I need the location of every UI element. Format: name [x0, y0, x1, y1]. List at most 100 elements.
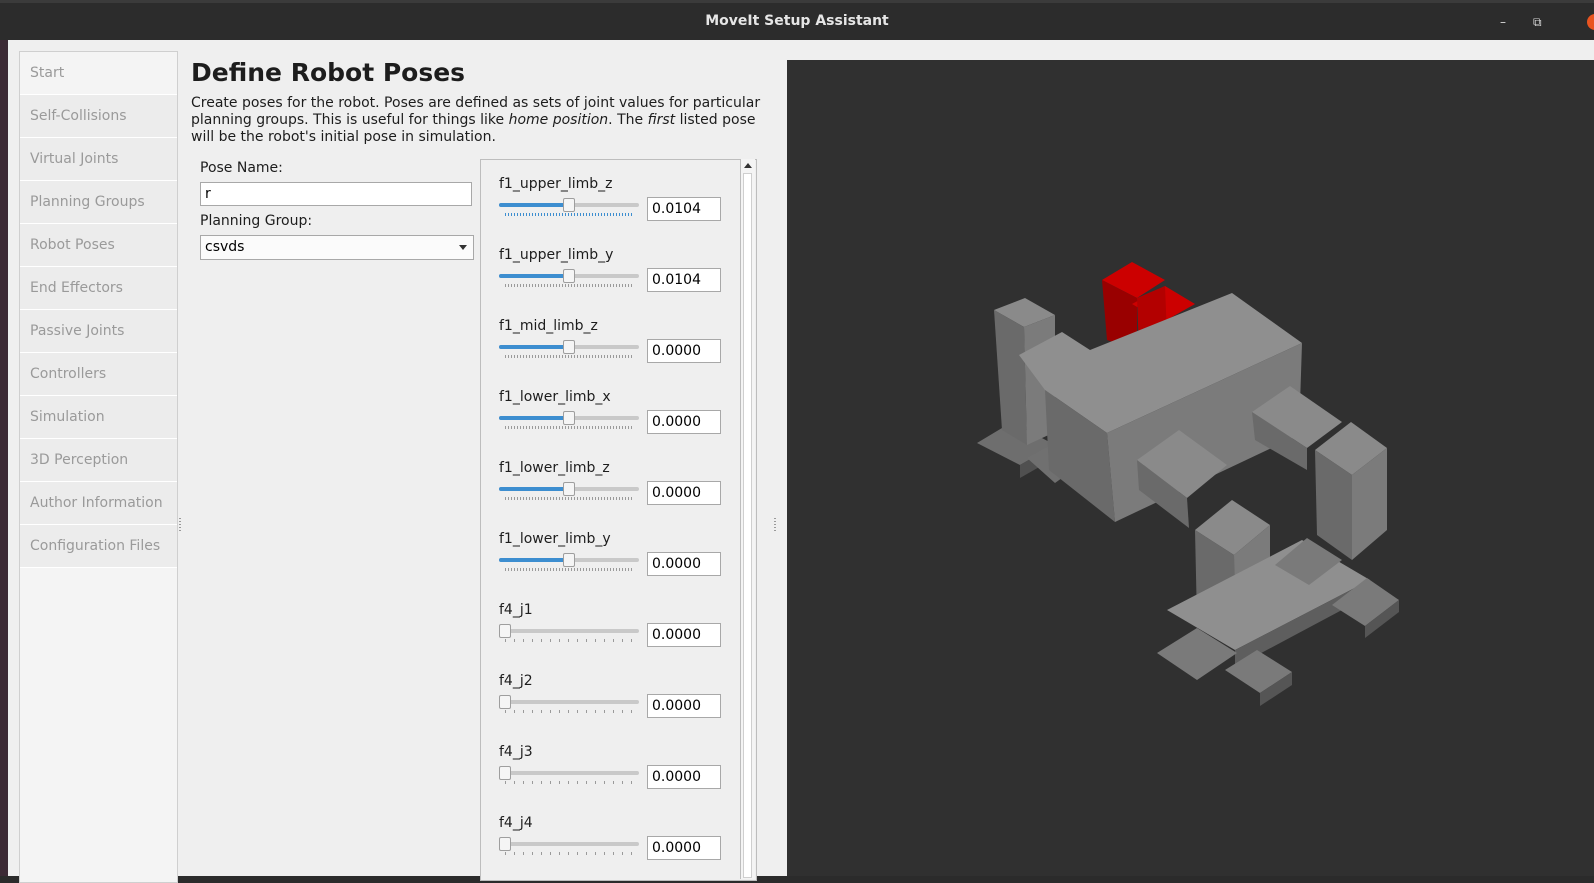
joint-slider-handle[interactable] [499, 624, 511, 638]
joint-slider-ticks [505, 568, 633, 571]
robot-3d-viewport[interactable] [787, 60, 1594, 876]
joint-slider-fill [499, 558, 569, 562]
joint-list[interactable]: f1_upper_limb_z f1_upper_limb_y f1_mid_lim… [480, 159, 757, 881]
joint-value-input[interactable] [647, 339, 721, 363]
joint-row: f1_lower_limb_x [499, 389, 739, 459]
sidebar-item-controllers[interactable]: Controllers [20, 353, 177, 396]
joint-name: f4_j4 [499, 815, 533, 831]
joint-slider-handle[interactable] [563, 269, 575, 283]
joint-name: f1_lower_limb_x [499, 389, 611, 405]
pose-name-input[interactable] [200, 182, 472, 206]
sidebar-item-self-collisions[interactable]: Self-Collisions [20, 95, 177, 138]
joint-row: f1_upper_limb_y [499, 247, 739, 317]
joint-value-input[interactable] [647, 836, 721, 860]
joint-list-scrollbar[interactable] [740, 159, 755, 879]
joint-row: f1_mid_limb_z [499, 318, 739, 388]
sidebar-item-3d-perception[interactable]: 3D Perception [20, 439, 177, 482]
joint-slider-fill [499, 345, 569, 349]
joint-slider-handle[interactable] [563, 198, 575, 212]
joint-row: f4_j2 [499, 673, 739, 743]
sidebar-item-robot-poses[interactable]: Robot Poses [20, 224, 177, 267]
joint-slider-ticks [505, 781, 633, 784]
joint-slider-fill [499, 274, 569, 278]
page-title: Define Robot Poses [191, 58, 466, 87]
joint-row: f4_j1 [499, 602, 739, 672]
joint-value-input[interactable] [647, 197, 721, 221]
joint-slider[interactable] [499, 766, 639, 780]
joint-slider-fill [499, 487, 569, 491]
scroll-thumb[interactable] [743, 173, 752, 878]
joint-slider-ticks [505, 852, 633, 855]
joint-slider-ticks [505, 213, 633, 216]
joint-value-input[interactable] [647, 268, 721, 292]
window-title: MoveIt Setup Assistant [705, 13, 889, 29]
joint-row: f1_upper_limb_z [499, 176, 739, 246]
joint-slider-ticks [505, 284, 633, 287]
splitter-handle[interactable] [774, 518, 776, 532]
joint-slider[interactable] [499, 269, 639, 283]
joint-slider[interactable] [499, 198, 639, 212]
joint-value-input[interactable] [647, 694, 721, 718]
joint-slider-handle[interactable] [499, 695, 511, 709]
joint-row: f4_j4 [499, 815, 739, 880]
joint-slider[interactable] [499, 695, 639, 709]
sidebar-item-planning-groups[interactable]: Planning Groups [20, 181, 177, 224]
joint-slider-ticks [505, 355, 633, 358]
joint-slider-handle[interactable] [499, 766, 511, 780]
splitter-handle[interactable] [179, 518, 181, 532]
joint-name: f1_upper_limb_z [499, 176, 613, 192]
minimize-icon[interactable]: – [1500, 15, 1506, 29]
joint-slider-ticks [505, 639, 633, 642]
joint-row: f1_lower_limb_z [499, 460, 739, 530]
joint-slider-handle[interactable] [499, 837, 511, 851]
window-titlebar: MoveIt Setup Assistant – ⧉ [0, 0, 1594, 40]
joint-slider-handle[interactable] [563, 553, 575, 567]
joint-value-input[interactable] [647, 410, 721, 434]
maximize-icon[interactable]: ⧉ [1533, 15, 1542, 30]
joint-name: f1_lower_limb_z [499, 460, 610, 476]
joint-slider-handle[interactable] [563, 482, 575, 496]
joint-slider-handle[interactable] [563, 411, 575, 425]
joint-slider-fill [499, 416, 569, 420]
joint-name: f4_j2 [499, 673, 533, 689]
joint-slider-handle[interactable] [563, 340, 575, 354]
pose-name-label: Pose Name: [200, 160, 283, 176]
joint-value-input[interactable] [647, 481, 721, 505]
joint-value-input[interactable] [647, 765, 721, 789]
joint-slider[interactable] [499, 411, 639, 425]
sidebar-item-configuration-files[interactable]: Configuration Files [20, 525, 177, 568]
sidebar-item-passive-joints[interactable]: Passive Joints [20, 310, 177, 353]
planning-group-select[interactable]: csvds [200, 235, 474, 260]
joint-name: f1_lower_limb_y [499, 531, 611, 547]
joint-slider-ticks [505, 497, 633, 500]
joint-name: f1_upper_limb_y [499, 247, 614, 263]
scroll-up-icon[interactable] [744, 163, 752, 168]
sidebar-item-start[interactable]: Start [20, 52, 177, 95]
joint-slider[interactable] [499, 482, 639, 496]
joint-name: f4_j1 [499, 602, 533, 618]
desktop-edge [0, 40, 8, 876]
joint-row: f4_j3 [499, 744, 739, 814]
joint-value-input[interactable] [647, 552, 721, 576]
joint-slider-ticks [505, 426, 633, 429]
planning-group-value: csvds [205, 239, 245, 255]
joint-name: f1_mid_limb_z [499, 318, 598, 334]
joint-slider[interactable] [499, 837, 639, 851]
joint-slider[interactable] [499, 553, 639, 567]
robot-model [977, 262, 1399, 706]
sidebar-item-simulation[interactable]: Simulation [20, 396, 177, 439]
joint-slider[interactable] [499, 340, 639, 354]
sidebar-item-author-information[interactable]: Author Information [20, 482, 177, 525]
planning-group-label: Planning Group: [200, 213, 313, 229]
main-window: Start Self-Collisions Virtual Joints Planni… [8, 40, 1594, 883]
sidebar-item-end-effectors[interactable]: End Effectors [20, 267, 177, 310]
joint-value-input[interactable] [647, 623, 721, 647]
joint-name: f4_j3 [499, 744, 533, 760]
sidebar-item-virtual-joints[interactable]: Virtual Joints [20, 138, 177, 181]
robot-leg [994, 310, 1027, 445]
chevron-down-icon [459, 245, 467, 250]
joint-slider-fill [499, 203, 569, 207]
joint-slider-ticks [505, 710, 633, 713]
sidebar: Start Self-Collisions Virtual Joints Planni… [19, 51, 178, 883]
joint-slider[interactable] [499, 624, 639, 638]
